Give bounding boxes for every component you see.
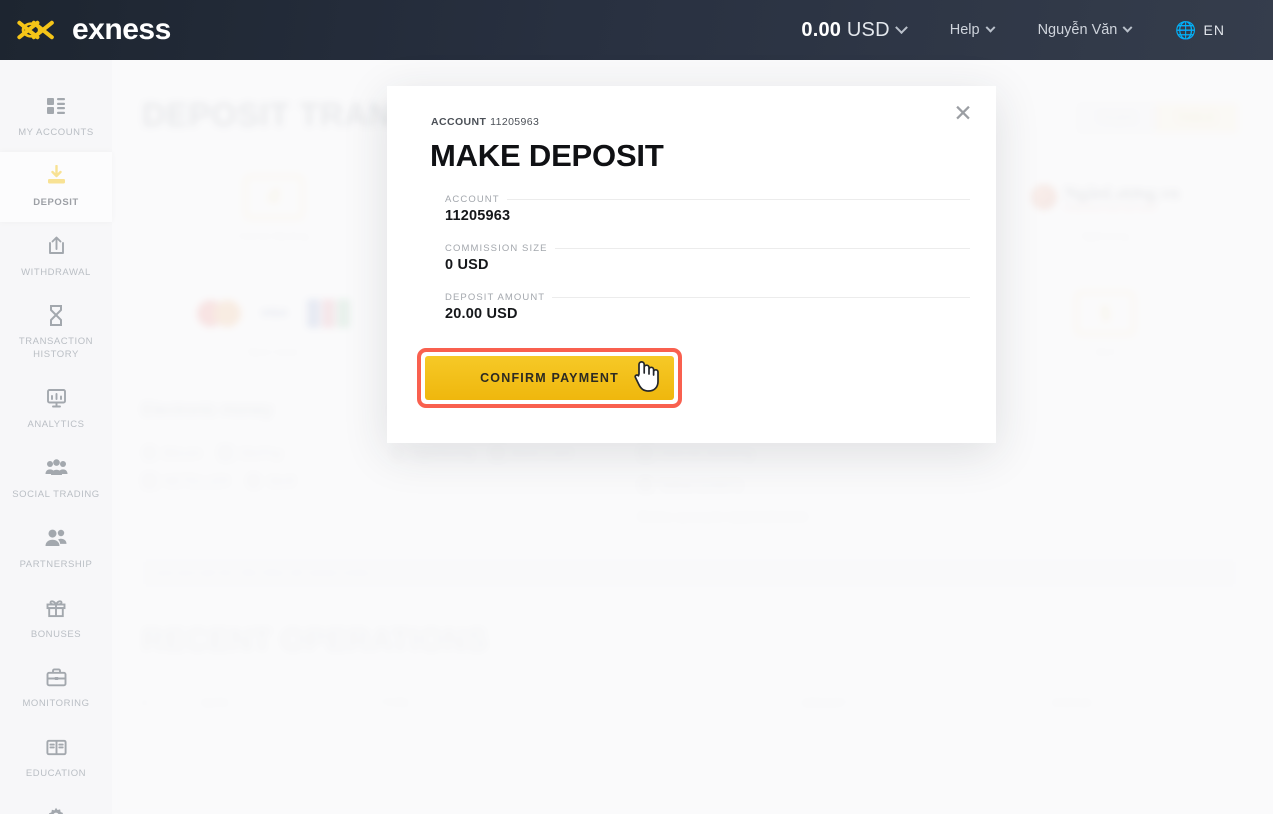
field-deposit-amount: DEPOSIT AMOUNT 20.00 USD <box>445 292 970 322</box>
balance-value: 0.00 USD <box>801 19 889 42</box>
chevron-down-icon <box>985 22 996 33</box>
field-value: 11205963 <box>445 208 511 224</box>
modal-title: MAKE DEPOSIT <box>430 138 664 173</box>
field-label: COMMISSION SIZE <box>445 243 548 254</box>
language-label: EN <box>1203 22 1225 38</box>
modal-account-eyebrow: ACCOUNT 11205963 <box>431 116 539 128</box>
exness-mark-icon <box>17 20 54 40</box>
field-label-row: DEPOSIT AMOUNT <box>445 292 970 303</box>
field-label: DEPOSIT AMOUNT <box>445 292 546 303</box>
field-account: ACCOUNT 11205963 <box>445 194 970 224</box>
field-value: 20.00 USD <box>445 306 518 322</box>
language-selector[interactable]: 🌐 EN <box>1153 0 1247 60</box>
modal-account-eyebrow-label: ACCOUNT <box>431 116 487 128</box>
field-label: ACCOUNT <box>445 194 500 205</box>
globe-icon: 🌐 <box>1175 20 1197 40</box>
app-header: exness 0.00 USD Help Nguyễn Văn 🌐 EN <box>0 0 1273 60</box>
deposit-form-fields: ACCOUNT 11205963 COMMISSION SIZE 0 USD D… <box>445 194 970 341</box>
help-menu[interactable]: Help <box>928 0 1016 60</box>
modal-account-eyebrow-number: 11205963 <box>490 116 540 128</box>
brand-name: exness <box>72 13 171 46</box>
mouse-cursor-pointer-icon <box>634 361 659 392</box>
balance-currency: USD <box>846 18 890 41</box>
field-rule <box>554 248 970 249</box>
close-icon[interactable]: ✕ <box>950 100 976 126</box>
header-right-group: 0.00 USD Help Nguyễn Văn 🌐 EN <box>779 0 1273 60</box>
balance-selector[interactable]: 0.00 USD <box>779 0 927 60</box>
chevron-down-icon <box>1122 22 1133 33</box>
brand-logo[interactable]: exness <box>14 15 171 45</box>
user-menu[interactable]: Nguyễn Văn <box>1016 0 1154 60</box>
help-label: Help <box>949 22 980 38</box>
field-rule <box>552 297 970 298</box>
field-label-row: ACCOUNT <box>445 194 970 205</box>
user-name: Nguyễn Văn <box>1037 22 1118 38</box>
chevron-down-icon <box>894 20 908 34</box>
field-label-row: COMMISSION SIZE <box>445 243 970 254</box>
field-value: 0 USD <box>445 257 489 273</box>
field-commission-size: COMMISSION SIZE 0 USD <box>445 243 970 273</box>
balance-amount: 0.00 <box>801 18 842 41</box>
field-rule <box>506 199 970 200</box>
